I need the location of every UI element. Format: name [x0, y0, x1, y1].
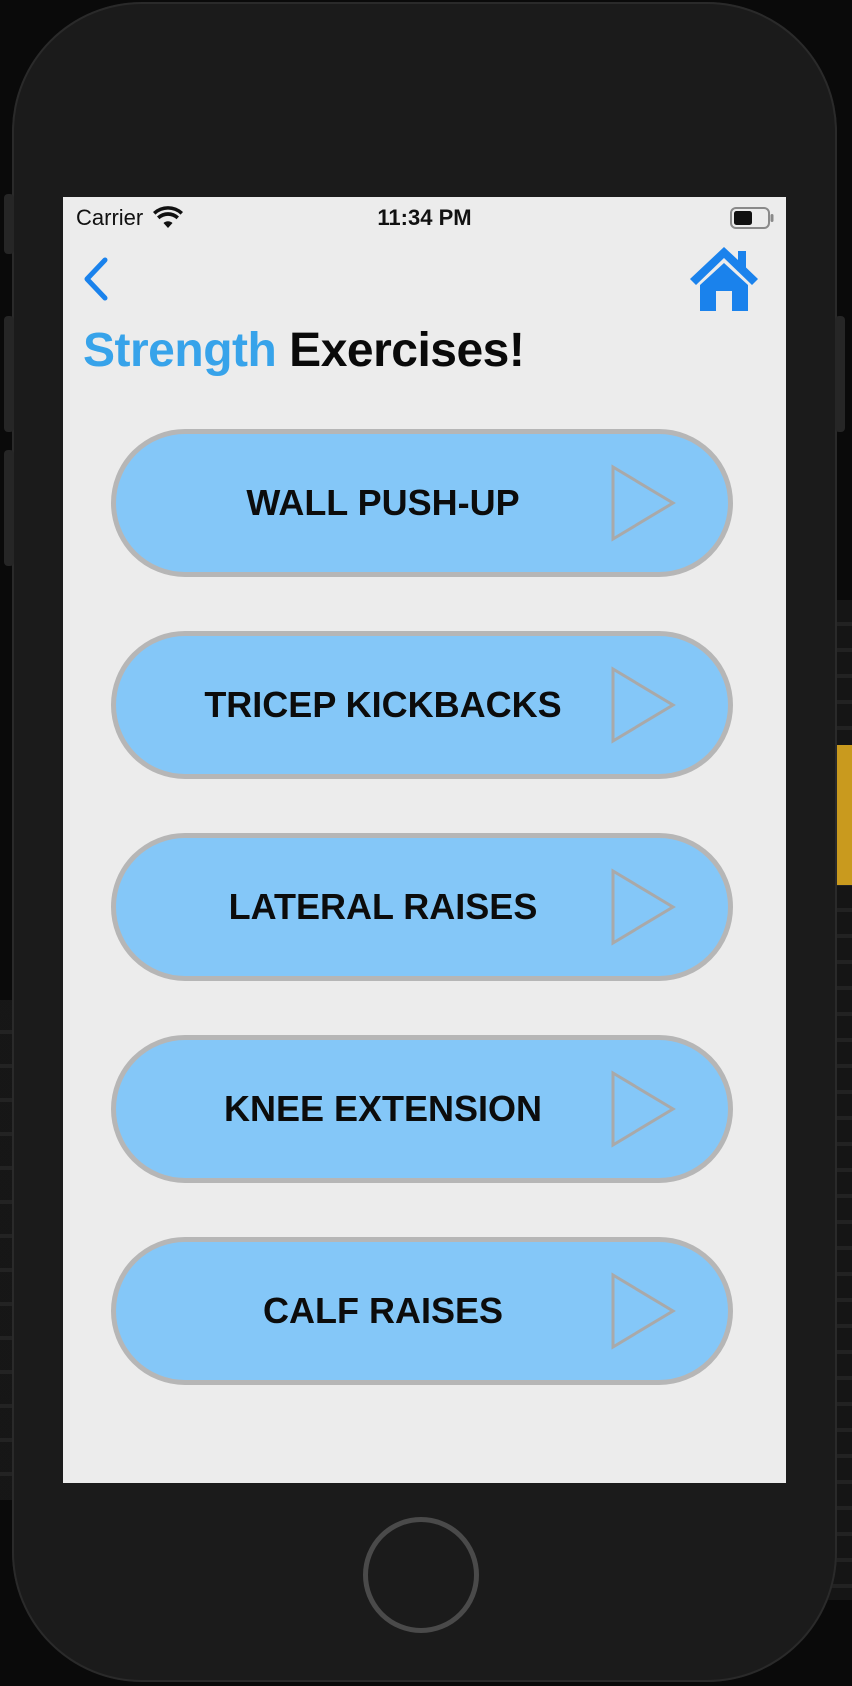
exercise-label: LATERAL RAISES [228, 886, 538, 927]
play-icon [611, 464, 676, 542]
exercise-label: CALF RAISES [262, 1290, 503, 1331]
page-title: Strength Exercises! [83, 323, 525, 378]
exercise-button-wall-push-up[interactable]: WALL PUSH-UP [111, 429, 733, 577]
play-icon [611, 666, 676, 744]
exercise-button-lateral-raises[interactable]: LATERAL RAISES [111, 833, 733, 981]
house-icon [690, 247, 758, 311]
status-bar: Carrier 11:34 PM [63, 197, 786, 241]
app-screen: Carrier 11:34 PM Strength Exercises! WAL… [63, 197, 786, 1483]
exercise-button-knee-extension[interactable]: KNEE EXTENSION [111, 1035, 733, 1183]
home-button[interactable] [686, 241, 762, 317]
exercise-button-calf-raises[interactable]: CALF RAISES [111, 1237, 733, 1385]
exercise-label: WALL PUSH-UP [246, 482, 520, 523]
page-title-accent: Strength [83, 324, 277, 377]
play-icon [611, 1070, 676, 1148]
status-time: 11:34 PM [377, 205, 472, 230]
volume-up-button [4, 316, 14, 432]
exercise-button-tricep-kickbacks[interactable]: TRICEP KICKBACKS [111, 631, 733, 779]
device-home-button[interactable] [363, 1517, 479, 1633]
back-button[interactable] [71, 249, 121, 309]
play-icon [611, 1272, 676, 1350]
power-button [835, 316, 845, 432]
exercise-label: TRICEP KICKBACKS [204, 684, 562, 725]
page-title-rest: Exercises! [289, 324, 525, 377]
mute-switch [4, 194, 14, 254]
navigation-bar [63, 241, 786, 321]
chevron-left-icon [84, 257, 108, 301]
battery-icon [730, 207, 774, 229]
exercise-label: KNEE EXTENSION [223, 1088, 543, 1129]
play-icon [611, 868, 676, 946]
volume-down-button [4, 450, 14, 566]
exercise-list: WALL PUSH-UP TRICEP KICKBACKS LATERAL RA… [111, 429, 737, 1439]
